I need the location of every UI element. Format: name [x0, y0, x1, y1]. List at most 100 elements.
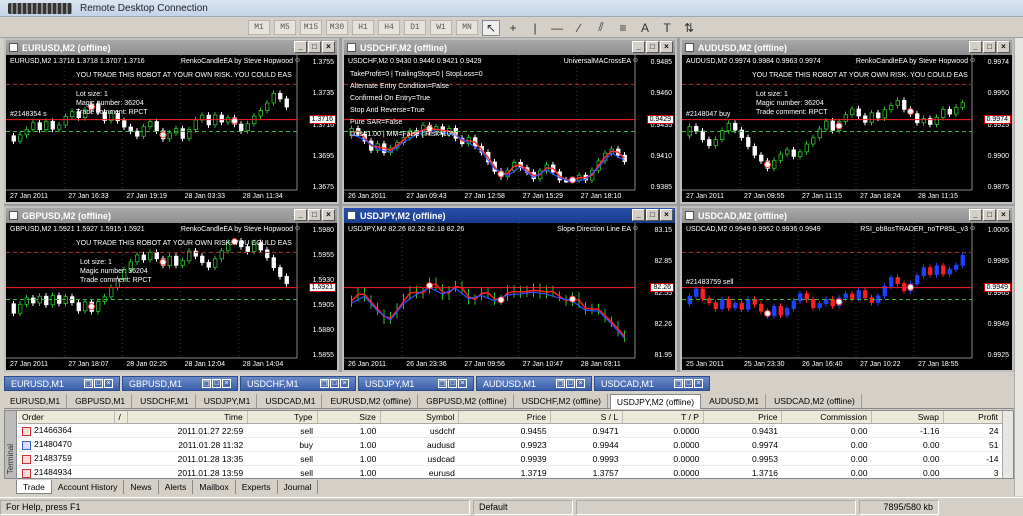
- terminal-scrollbar[interactable]: [1002, 411, 1013, 478]
- chart-tab[interactable]: USDCAD,M1: [259, 394, 323, 408]
- restore-button[interactable]: □: [308, 209, 321, 221]
- text-icon[interactable]: A: [636, 20, 654, 36]
- minimized-window[interactable]: USDCHF,M1 ❐ □ ×: [240, 376, 356, 391]
- terminal-tab[interactable]: Trade: [16, 480, 52, 494]
- minimized-window[interactable]: EURUSD,M1 ❐ □ ×: [4, 376, 120, 391]
- chart-tab[interactable]: GBPUSD,M1: [69, 394, 133, 408]
- close-button[interactable]: ×: [322, 209, 335, 221]
- chart-tab[interactable]: USDCHF,M1: [134, 394, 196, 408]
- restore-button[interactable]: □: [983, 41, 996, 53]
- restore-button[interactable]: ❐: [674, 379, 683, 388]
- chart-plot[interactable]: EURUSD,M2 1.3716 1.3718 1.3707 1.3716 Ren…: [6, 55, 337, 202]
- restore-button[interactable]: ❐: [320, 379, 329, 388]
- maximize-button[interactable]: □: [94, 379, 103, 388]
- column-header[interactable]: Price: [458, 411, 552, 424]
- chart-plot[interactable]: AUDUSD,M2 0.9974 0.9984 0.9963 0.9974 Ren…: [682, 55, 1012, 202]
- timeframe-w1-button[interactable]: W1: [430, 20, 452, 35]
- close-button[interactable]: ×: [222, 379, 231, 388]
- table-row[interactable]: 21466364 2011.01.27 22:59 sell 1.00 usdchf 0.…: [18, 423, 1003, 438]
- minimize-button[interactable]: _: [294, 41, 307, 53]
- chart-window-5[interactable]: USDCAD,M2 (offline) _ □ × USDCAD,M2 0.9949 0…: [680, 206, 1014, 372]
- chart-tab[interactable]: EURUSD,M2 (offline): [324, 394, 419, 408]
- close-button[interactable]: ×: [694, 379, 703, 388]
- close-button[interactable]: ×: [104, 379, 113, 388]
- close-button[interactable]: ×: [458, 379, 467, 388]
- chart-window-0[interactable]: EURUSD,M2 (offline) _ □ × EURUSD,M2 1.3716 1…: [4, 38, 339, 204]
- maximize-button[interactable]: □: [212, 379, 221, 388]
- chart-plot[interactable]: USDJPY,M2 82.26 82.32 82.18 82.26 Slope D…: [344, 223, 675, 370]
- column-header[interactable]: Profit: [943, 411, 1004, 424]
- minimize-button[interactable]: _: [969, 41, 982, 53]
- restore-button[interactable]: □: [308, 41, 321, 53]
- restore-button[interactable]: ❐: [84, 379, 93, 388]
- chart-tab[interactable]: USDJPY,M2 (offline): [609, 394, 702, 409]
- timeframe-m30-button[interactable]: M30: [326, 20, 348, 35]
- restore-button[interactable]: ❐: [556, 379, 565, 388]
- chart-plot[interactable]: GBPUSD,M2 1.5921 1.5927 1.5915 1.5921 Ren…: [6, 223, 337, 370]
- chart-window-4[interactable]: USDJPY,M2 (offline) _ □ × USDJPY,M2 82.26 82…: [342, 206, 677, 372]
- terminal-tab[interactable]: News: [124, 480, 159, 494]
- maximize-button[interactable]: □: [330, 379, 339, 388]
- close-button[interactable]: ×: [660, 41, 673, 53]
- crosshair-icon[interactable]: +: [504, 20, 522, 36]
- label-icon[interactable]: T: [658, 20, 676, 36]
- terminal-tab[interactable]: Journal: [278, 480, 319, 494]
- chart-window-2[interactable]: AUDUSD,M2 (offline) _ □ × AUDUSD,M2 0.9974 0…: [680, 38, 1014, 204]
- minimize-button[interactable]: _: [632, 41, 645, 53]
- terminal-tab[interactable]: Account History: [52, 480, 125, 494]
- maximize-button[interactable]: □: [684, 379, 693, 388]
- channel-icon[interactable]: ⫽: [592, 20, 610, 36]
- restore-button[interactable]: □: [983, 209, 996, 221]
- chart-tab[interactable]: USDCAD,M2 (offline): [768, 394, 862, 408]
- table-row[interactable]: 21484934 2011.01.28 13:59 sell 1.00 eurusd 1.…: [18, 465, 1003, 478]
- timeframe-h1-button[interactable]: H1: [352, 20, 374, 35]
- terminal-tab[interactable]: Alerts: [159, 480, 194, 494]
- restore-button[interactable]: □: [646, 41, 659, 53]
- terminal-tab[interactable]: Experts: [236, 480, 278, 494]
- maximize-button[interactable]: □: [566, 379, 575, 388]
- timeframe-d1-button[interactable]: D1: [404, 20, 426, 35]
- timeframe-h4-button[interactable]: H4: [378, 20, 400, 35]
- chart-tab[interactable]: GBPUSD,M2 (offline): [420, 394, 514, 408]
- chart-window-3[interactable]: GBPUSD,M2 (offline) _ □ × GBPUSD,M2 1.5921 1…: [4, 206, 339, 372]
- timeframe-m5-button[interactable]: M5: [274, 20, 296, 35]
- minimized-window[interactable]: AUDUSD,M1 ❐ □ ×: [476, 376, 592, 391]
- minimized-window[interactable]: GBPUSD,M1 ❐ □ ×: [122, 376, 238, 391]
- close-button[interactable]: ×: [660, 209, 673, 221]
- close-button[interactable]: ×: [997, 41, 1010, 53]
- trendline-icon[interactable]: ∕: [570, 20, 588, 36]
- terminal-tab[interactable]: Mailbox: [193, 480, 236, 494]
- chart-tab[interactable]: USDCHF,M2 (offline): [516, 394, 608, 408]
- timeframe-mn-button[interactable]: MN: [456, 20, 478, 35]
- chart-tab[interactable]: AUDUSD,M1: [703, 394, 767, 408]
- column-header[interactable]: Time: [127, 411, 248, 424]
- close-button[interactable]: ×: [322, 41, 335, 53]
- column-header[interactable]: Size: [317, 411, 381, 424]
- chart-window-1[interactable]: USDCHF,M2 (offline) _ □ × USDCHF,M2 0.9430 0…: [342, 38, 677, 204]
- close-button[interactable]: ×: [340, 379, 349, 388]
- maximize-button[interactable]: □: [448, 379, 457, 388]
- column-header[interactable]: Order: [18, 411, 115, 424]
- column-header[interactable]: Symbol: [380, 411, 460, 424]
- restore-button[interactable]: ❐: [438, 379, 447, 388]
- cursor-icon[interactable]: ↖: [482, 19, 500, 36]
- column-header[interactable]: T / P: [622, 411, 704, 424]
- close-button[interactable]: ×: [997, 209, 1010, 221]
- chart-tab[interactable]: USDJPY,M1: [198, 394, 258, 408]
- arrows-icon[interactable]: ⇅: [680, 20, 698, 36]
- minimize-button[interactable]: _: [969, 209, 982, 221]
- chart-plot[interactable]: USDCAD,M2 0.9949 0.9952 0.9936 0.9949 RSI…: [682, 223, 1012, 370]
- minimize-button[interactable]: _: [632, 209, 645, 221]
- minimized-window[interactable]: USDCAD,M1 ❐ □ ×: [594, 376, 710, 391]
- fibonacci-icon[interactable]: ≡: [614, 20, 632, 36]
- horizontal-line-icon[interactable]: —: [548, 20, 566, 36]
- chart-plot[interactable]: USDCHF,M2 0.9430 0.9446 0.9421 0.9429 Uni…: [344, 55, 675, 202]
- minimized-window[interactable]: USDJPY,M1 ❐ □ ×: [358, 376, 474, 391]
- timeframe-m1-button[interactable]: M1: [248, 20, 270, 35]
- column-header[interactable]: Price: [703, 411, 783, 424]
- main-scrollbar[interactable]: [1014, 38, 1023, 496]
- restore-button[interactable]: □: [646, 209, 659, 221]
- timeframe-m15-button[interactable]: M15: [300, 20, 322, 35]
- table-row[interactable]: 21483759 2011.01.28 13:35 sell 1.00 usdcad 0.…: [18, 451, 1003, 466]
- restore-button[interactable]: ❐: [202, 379, 211, 388]
